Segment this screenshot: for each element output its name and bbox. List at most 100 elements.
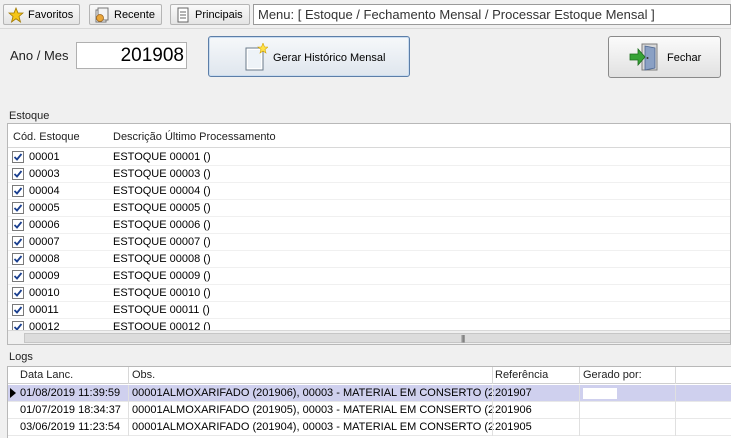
col-descricao-header[interactable]: Descrição Último Processamento (113, 131, 276, 143)
logs-grid-header: Data Lanc. Obs. Referência Gerado por: (8, 367, 731, 384)
document-list-icon (175, 7, 191, 23)
check-icon (13, 289, 23, 297)
cell-divider (492, 402, 493, 419)
estoque-codigo: 00006 (29, 219, 60, 231)
estoque-descricao: ESTOQUE 00004 () (113, 185, 211, 197)
estoque-descricao: ESTOQUE 00009 () (113, 270, 211, 282)
toolbar: Favoritos Recente Principais Menu: [ Est… (0, 0, 731, 29)
gerar-historico-button[interactable]: Gerar Histórico Mensal (208, 36, 410, 77)
estoque-row[interactable]: 00006 ESTOQUE 00006 () (8, 217, 730, 234)
column-divider[interactable] (128, 367, 129, 384)
check-icon (13, 272, 23, 280)
estoque-codigo: 00004 (29, 185, 60, 197)
estoque-row[interactable]: 00008 ESTOQUE 00008 () (8, 251, 730, 268)
cell-divider (128, 419, 129, 436)
cell-divider (675, 385, 676, 402)
estoque-checkbox[interactable] (12, 168, 24, 180)
estoque-codigo: 00008 (29, 253, 60, 265)
fechar-button[interactable]: Fechar (608, 36, 721, 78)
col-data-header[interactable]: Data Lanc. (20, 369, 73, 381)
cell-divider (579, 385, 580, 402)
estoque-row[interactable]: 00004 ESTOQUE 00004 () (8, 183, 730, 200)
recente-label: Recente (114, 8, 155, 21)
estoque-descricao: ESTOQUE 00001 () (113, 151, 211, 163)
check-icon (13, 255, 23, 263)
scrollbar-thumb[interactable] (24, 333, 730, 343)
estoque-checkbox[interactable] (12, 270, 24, 282)
estoque-row[interactable]: 00011 ESTOQUE 00011 () (8, 302, 730, 319)
principais-label: Principais (195, 8, 243, 21)
col-codigo-header[interactable]: Cód. Estoque (13, 131, 80, 143)
estoque-row[interactable]: 00007 ESTOQUE 00007 () (8, 234, 730, 251)
check-icon (13, 238, 23, 246)
ano-mes-input[interactable]: 201908 (76, 42, 187, 69)
estoque-checkbox[interactable] (12, 219, 24, 231)
ano-mes-label: Ano / Mes (10, 48, 69, 63)
estoque-checkbox[interactable] (12, 202, 24, 214)
new-document-icon (244, 42, 269, 74)
cell-divider (675, 419, 676, 436)
estoque-checkbox[interactable] (12, 151, 24, 163)
gerar-historico-label: Gerar Histórico Mensal (273, 52, 386, 64)
fechar-label: Fechar (667, 52, 702, 64)
estoque-checkbox[interactable] (12, 236, 24, 248)
column-divider[interactable] (492, 367, 493, 384)
star-icon (8, 6, 24, 23)
menu-path-field[interactable]: Menu: [ Estoque / Fechamento Mensal / Pr… (253, 4, 731, 25)
estoque-section-label: Estoque (9, 110, 50, 122)
estoque-row[interactable]: 00005 ESTOQUE 00005 () (8, 200, 730, 217)
estoque-codigo: 00009 (29, 270, 60, 282)
estoque-codigo: 00003 (29, 168, 60, 180)
check-icon (13, 221, 23, 229)
estoque-row[interactable]: 00010 ESTOQUE 00010 () (8, 285, 730, 302)
estoque-checkbox[interactable] (12, 185, 24, 197)
check-icon (13, 306, 23, 314)
cell-divider (579, 402, 580, 419)
log-data: 03/06/2019 11:23:54 (20, 421, 121, 433)
estoque-descricao: ESTOQUE 00005 () (113, 202, 211, 214)
col-referencia-header[interactable]: Referência (495, 369, 548, 381)
cell-divider (579, 419, 580, 436)
estoque-row[interactable]: 00003 ESTOQUE 00003 () (8, 166, 730, 183)
check-icon (13, 170, 23, 178)
log-referencia: 201907 (495, 387, 532, 399)
estoque-checkbox[interactable] (12, 253, 24, 265)
favoritos-button[interactable]: Favoritos (3, 4, 81, 25)
estoque-checkbox[interactable] (12, 287, 24, 299)
column-divider[interactable] (579, 367, 580, 384)
estoque-codigo: 00001 (29, 151, 60, 163)
log-data: 01/07/2019 18:34:37 (20, 404, 121, 416)
scrollbar-grip: ||| (461, 334, 465, 343)
estoque-codigo: 00010 (29, 287, 60, 299)
estoque-descricao: ESTOQUE 00010 () (113, 287, 211, 299)
row-pointer-icon (10, 388, 16, 398)
log-referencia: 201906 (495, 404, 532, 416)
col-obs-header[interactable]: Obs. (132, 369, 155, 381)
estoque-row[interactable]: 00009 ESTOQUE 00009 () (8, 268, 730, 285)
log-obs: 00001ALMOXARIFADO (201904), 00003 - MATE… (132, 421, 494, 433)
log-obs: 00001ALMOXARIFADO (201905), 00003 - MATE… (132, 404, 494, 416)
cell-divider (128, 385, 129, 402)
estoque-checkbox[interactable] (12, 304, 24, 316)
principais-button[interactable]: Principais (170, 4, 250, 25)
log-row[interactable]: 03/06/2019 11:23:54 00001ALMOXARIFADO (20… (8, 419, 731, 436)
log-row[interactable]: 01/07/2019 18:34:37 00001ALMOXARIFADO (20… (8, 402, 731, 419)
recente-button[interactable]: Recente (89, 4, 162, 25)
log-row[interactable]: 01/08/2019 11:39:59 00001ALMOXARIFADO (20… (8, 385, 731, 402)
logs-section-label: Logs (9, 351, 33, 363)
check-icon (13, 204, 23, 212)
estoque-horizontal-scrollbar[interactable]: ||| (8, 330, 730, 344)
log-referencia: 201905 (495, 421, 532, 433)
estoque-grid: Cód. Estoque Descrição Último Processame… (7, 123, 731, 345)
estoque-codigo: 00011 (29, 304, 59, 316)
estoque-descricao: ESTOQUE 00007 () (113, 236, 211, 248)
column-divider[interactable] (675, 367, 676, 384)
estoque-descricao: ESTOQUE 00006 () (113, 219, 211, 231)
exit-door-icon (629, 43, 661, 74)
estoque-row[interactable]: 00001 ESTOQUE 00001 () (8, 149, 730, 166)
estoque-descricao: ESTOQUE 00003 () (113, 168, 211, 180)
gerado-por-editor[interactable] (583, 388, 617, 399)
col-gerado-header[interactable]: Gerado por: (583, 369, 642, 381)
estoque-grid-header: Cód. Estoque Descrição Último Processame… (8, 124, 730, 148)
favoritos-label: Favoritos (28, 8, 74, 21)
